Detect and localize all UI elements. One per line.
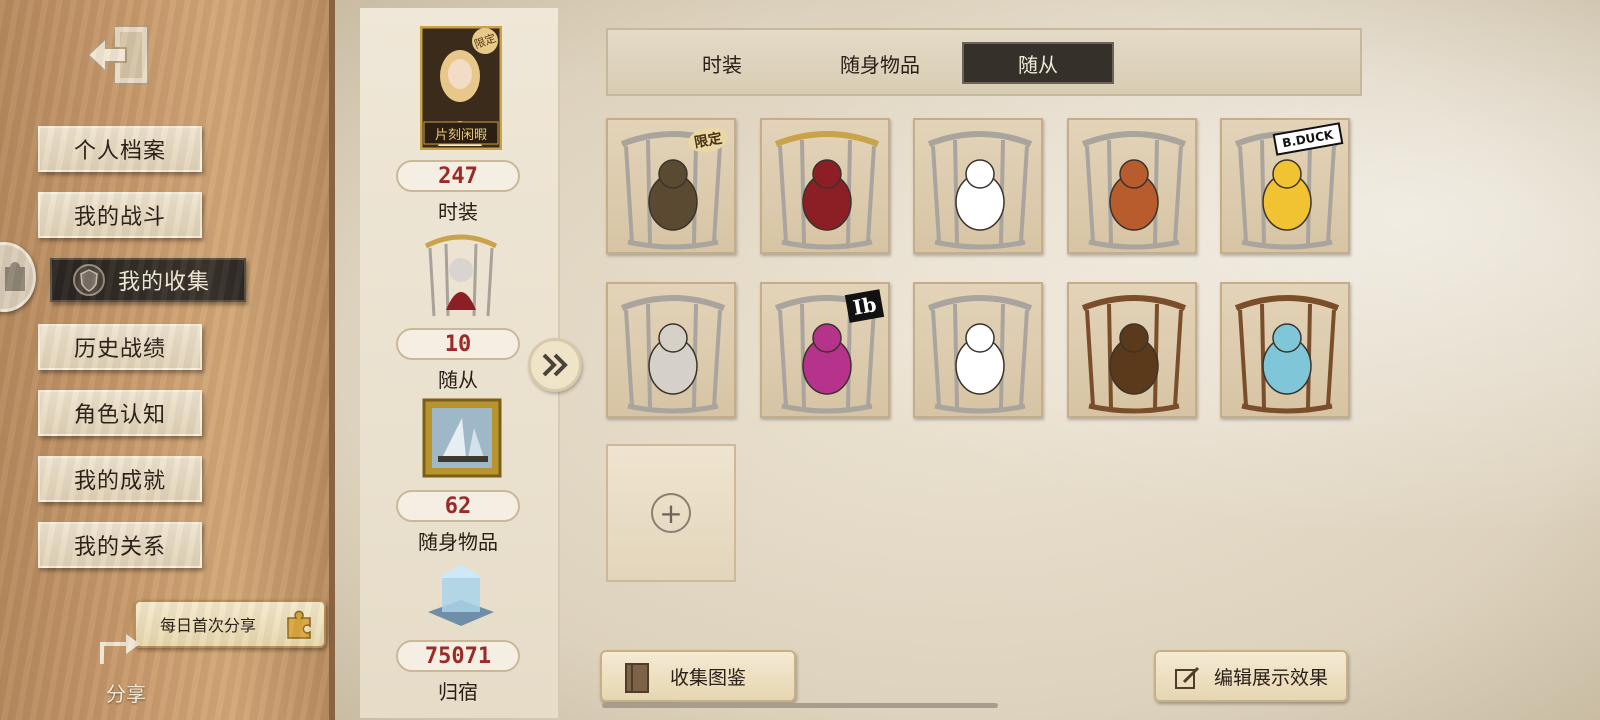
tab-accessory[interactable]: 随身物品	[804, 42, 956, 84]
double-chevron-right-icon	[542, 353, 568, 377]
edit-display-label: 编辑展示效果	[1214, 666, 1329, 689]
pet-badge: Ib	[844, 289, 885, 323]
nav-history-button[interactable]: 历史战绩	[38, 324, 202, 370]
pet-cell-doll-pet[interactable]	[760, 118, 890, 254]
accessory-thumbnail[interactable]	[422, 398, 502, 482]
nav-label: 我的关系	[73, 535, 166, 560]
pet-label: 随从	[438, 368, 478, 392]
share-icon[interactable]	[98, 624, 144, 672]
nav-collection-button[interactable]: 我的收集	[50, 258, 246, 302]
pet-cell-clock-pet[interactable]	[1067, 282, 1197, 418]
edit-icon	[1175, 666, 1200, 689]
daily-share-button[interactable]: 每日首次分享	[134, 600, 326, 648]
book-icon	[625, 663, 649, 693]
nav-label: 角色认知	[73, 403, 166, 428]
plus-icon: +	[651, 493, 691, 533]
nav-battles-button[interactable]: 我的战斗	[38, 192, 202, 238]
accessory-label: 随身物品	[418, 530, 498, 554]
nav-achievements-button[interactable]: 我的成就	[38, 456, 202, 502]
pet-cell-elephant-pet[interactable]	[606, 282, 736, 418]
nav-relations-button[interactable]: 我的关系	[38, 522, 202, 568]
share-label: 分享	[106, 682, 146, 706]
tab-label: 随身物品	[840, 52, 920, 77]
nav-label: 个人档案	[73, 139, 166, 164]
portrait-caption: 片刻闲暇	[434, 128, 487, 143]
tab-label: 随从	[1018, 52, 1058, 77]
nav-profile-button[interactable]: 个人档案	[38, 126, 202, 172]
pet-cell-duck-pet[interactable]: B.DUCK	[1220, 118, 1350, 254]
costume-label: 时装	[438, 200, 478, 224]
nav-label: 历史战绩	[73, 337, 166, 362]
puzzle-icon	[5, 262, 25, 291]
pet-cell-tree-creature-pet[interactable]: 限定	[606, 118, 736, 254]
tab-label: 时装	[702, 52, 742, 77]
pet-cell-ib-doll-pet[interactable]: Ib	[760, 282, 890, 418]
category-tabs: 时装 随身物品 随从	[606, 28, 1362, 96]
daily-share-label: 每日首次分享	[160, 616, 257, 635]
costume-portrait[interactable]: 限定 片刻闲暇	[419, 24, 503, 154]
tab-costume[interactable]: 时装	[646, 42, 798, 84]
nav-character-button[interactable]: 角色认知	[38, 390, 202, 436]
pet-cell-butterfly-pet[interactable]	[1220, 282, 1350, 418]
nav-label: 我的收集	[118, 270, 211, 295]
tab-pet[interactable]: 随从	[962, 42, 1114, 84]
puzzle-reward-icon	[287, 610, 311, 639]
nav-label: 我的战斗	[73, 205, 166, 230]
pet-cell-panda-pet[interactable]	[913, 282, 1043, 418]
collection-book-button[interactable]: 收集图鉴	[600, 650, 796, 702]
exit-icon[interactable]	[86, 22, 154, 88]
pet-thumbnail[interactable]	[418, 230, 504, 324]
pet-count: 10	[396, 328, 520, 360]
left-nav-panel: 个人档案 我的战斗 我的收集 历史战绩 角色认知 我的成就 我的关系 每日首次分…	[0, 0, 335, 720]
home-thumbnail[interactable]	[424, 562, 498, 636]
accessory-count: 62	[396, 490, 520, 522]
costume-count: 247	[396, 160, 520, 192]
edit-display-button[interactable]: 编辑展示效果	[1154, 650, 1348, 702]
collection-book-label: 收集图鉴	[670, 666, 747, 689]
home-label: 归宿	[438, 680, 478, 704]
horizontal-scrollbar[interactable]	[602, 703, 998, 708]
pet-cell-squirrel-pet[interactable]	[1067, 118, 1197, 254]
expand-arrow-button[interactable]	[528, 338, 582, 392]
home-count: 75071	[396, 640, 520, 672]
shield-badge-icon	[73, 264, 105, 296]
side-puzzle-tab[interactable]	[0, 242, 36, 312]
pet-cell-cat-pet[interactable]	[913, 118, 1043, 254]
add-pet-slot[interactable]: +	[606, 444, 736, 582]
nav-label: 我的成就	[73, 469, 166, 494]
